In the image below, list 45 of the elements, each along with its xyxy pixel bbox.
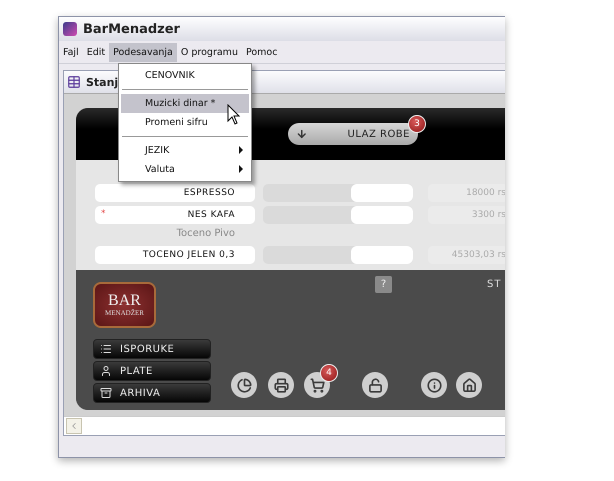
inner-window-title: Stanj <box>86 76 118 88</box>
lock-button[interactable] <box>362 372 388 398</box>
window-title: BarMenadzer <box>83 22 180 36</box>
info-button[interactable] <box>421 372 447 398</box>
home-icon <box>462 378 476 392</box>
nav-button[interactable]: PLATE <box>93 361 211 381</box>
chart-icon <box>236 378 252 392</box>
person-icon <box>100 365 112 377</box>
submenu-arrow-icon <box>239 146 243 154</box>
asterisk-mark: * <box>101 209 106 219</box>
logo-text: BAR <box>108 293 141 309</box>
table-icon <box>67 75 81 89</box>
dropdown-item[interactable]: Promeni sifru <box>121 113 249 132</box>
submenu-arrow-icon <box>239 165 243 173</box>
archive-icon <box>100 387 112 399</box>
info-icon <box>426 378 442 392</box>
product-name-text: TOCENO JELEN 0,3 <box>142 250 235 260</box>
count-badge: 4 <box>320 364 338 382</box>
quantity-field[interactable] <box>351 184 413 202</box>
print-icon <box>274 378 288 392</box>
dropdown-item[interactable]: JEZIK <box>121 141 249 160</box>
count-badge: 3 <box>408 115 426 133</box>
quantity-field[interactable] <box>351 206 413 224</box>
nav-button[interactable]: ISPORUKE <box>93 339 211 359</box>
print-button[interactable] <box>268 372 294 398</box>
menu-item[interactable]: O programu <box>176 42 242 62</box>
dropdown-item[interactable]: CENOVNIK <box>121 66 249 85</box>
category-label: Toceno Pivo <box>176 228 236 241</box>
menu-item[interactable]: Fajl <box>59 42 83 62</box>
cart-icon <box>310 378 324 392</box>
corner-label: ST <box>487 279 502 290</box>
product-name-text: ESPRESSO <box>184 188 235 198</box>
product-name-text: NES KAFA <box>188 210 235 220</box>
lock-icon <box>368 378 382 392</box>
home-button[interactable] <box>456 372 482 398</box>
menu-item[interactable]: Podesavanja <box>109 42 177 62</box>
nav-button[interactable]: ARHIVA <box>93 383 211 403</box>
chart-button[interactable] <box>231 372 257 398</box>
dropdown-item[interactable]: Valuta <box>121 160 249 179</box>
mouse-cursor-icon <box>227 104 241 126</box>
app-icon <box>63 22 77 36</box>
quantity-field[interactable] <box>351 246 413 264</box>
menu-item[interactable]: Pomoc <box>242 42 282 62</box>
dropdown-item[interactable]: Muzicki dinar * <box>121 94 249 113</box>
menu-item[interactable]: Edit <box>82 42 110 62</box>
